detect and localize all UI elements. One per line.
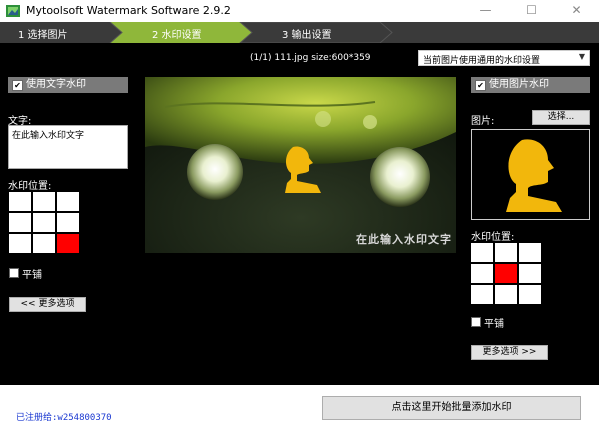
registration-info: 已注册给:w254800370 bbox=[16, 413, 112, 423]
image-more-options-button[interactable]: 更多选项 >> bbox=[471, 345, 548, 360]
minimize-button[interactable]: — bbox=[463, 0, 508, 22]
text-position-label: 水印位置: bbox=[8, 181, 52, 192]
close-button[interactable]: ✕ bbox=[554, 0, 599, 22]
preview-photo bbox=[145, 77, 456, 253]
text-pos-top-center[interactable] bbox=[33, 192, 55, 211]
step-2-watermark-settings[interactable]: 2 水印设置 bbox=[152, 26, 202, 41]
text-pos-center[interactable] bbox=[33, 213, 55, 232]
text-pos-bottom-left[interactable] bbox=[9, 234, 31, 253]
start-batch-watermark-button[interactable]: 点击这里开始批量添加水印 bbox=[322, 396, 581, 420]
image-watermark-label: 使用图片水印 bbox=[489, 79, 549, 90]
image-pos-bottom-right[interactable] bbox=[519, 285, 541, 304]
image-pos-top-right[interactable] bbox=[519, 243, 541, 262]
footer-bar: 已注册给:w254800370 点击这里开始批量添加水印 bbox=[0, 385, 599, 431]
app-icon bbox=[6, 5, 20, 17]
image-pos-middle-left[interactable] bbox=[471, 264, 493, 283]
text-watermark-toggle[interactable]: ✔ 使用文字水印 bbox=[8, 77, 128, 93]
text-tile-checkbox[interactable] bbox=[9, 268, 19, 278]
watermark-text-input[interactable]: 在此输入水印文字 bbox=[8, 125, 128, 169]
image-pos-bottom-center[interactable] bbox=[495, 285, 517, 304]
image-tile-checkbox[interactable] bbox=[471, 317, 481, 327]
file-info: (1/1) 111.jpg size:600*359 bbox=[250, 53, 371, 63]
image-label: 图片: bbox=[471, 116, 495, 127]
step-3-output-settings[interactable]: 3 输出设置 bbox=[282, 26, 332, 41]
apply-settings-selected: 当前图片使用通用的水印设置 bbox=[423, 56, 541, 66]
text-more-options-button[interactable]: << 更多选项 bbox=[9, 297, 86, 312]
title-bar: Mytoolsoft Watermark Software 2.9.2 — ☐ … bbox=[0, 0, 599, 22]
silhouette-logo-icon bbox=[506, 139, 562, 212]
text-position-grid bbox=[9, 192, 79, 253]
text-pos-middle-left[interactable] bbox=[9, 213, 31, 232]
text-pos-top-left[interactable] bbox=[9, 192, 31, 211]
text-tile-label: 平铺 bbox=[22, 270, 42, 281]
preview-image: 在此输入水印文字 bbox=[145, 77, 456, 253]
image-watermark-toggle[interactable]: ✔ 使用图片水印 bbox=[471, 77, 590, 93]
text-pos-middle-right[interactable] bbox=[57, 213, 79, 232]
chevron-down-icon: ▼ bbox=[578, 52, 585, 61]
checkbox-checked-icon[interactable]: ✔ bbox=[12, 80, 23, 91]
text-pos-bottom-right[interactable] bbox=[57, 234, 79, 253]
preview-watermark-text: 在此输入水印文字 bbox=[356, 233, 452, 246]
browse-image-button[interactable]: 选择... bbox=[532, 110, 590, 125]
apply-settings-dropdown[interactable]: 当前图片使用通用的水印设置 ▼ bbox=[418, 50, 590, 66]
image-position-label: 水印位置: bbox=[471, 232, 515, 243]
maximize-button[interactable]: ☐ bbox=[509, 0, 554, 22]
image-pos-middle-right[interactable] bbox=[519, 264, 541, 283]
image-position-grid bbox=[471, 243, 541, 304]
watermark-image-preview bbox=[471, 129, 590, 220]
image-pos-top-center[interactable] bbox=[495, 243, 517, 262]
image-pos-center[interactable] bbox=[495, 264, 517, 283]
step-1-select-images[interactable]: 1 选择图片 bbox=[18, 26, 68, 41]
text-watermark-label: 使用文字水印 bbox=[26, 79, 86, 90]
image-pos-bottom-left[interactable] bbox=[471, 285, 493, 304]
image-pos-top-left[interactable] bbox=[471, 243, 493, 262]
window-title: Mytoolsoft Watermark Software 2.9.2 bbox=[26, 4, 231, 17]
checkbox-checked-icon[interactable]: ✔ bbox=[475, 80, 486, 91]
text-pos-top-right[interactable] bbox=[57, 192, 79, 211]
image-tile-label: 平铺 bbox=[484, 319, 504, 330]
text-pos-bottom-center[interactable] bbox=[33, 234, 55, 253]
main-window: Mytoolsoft Watermark Software 2.9.2 — ☐ … bbox=[0, 0, 599, 431]
step-bar: 1 选择图片 2 水印设置 3 输出设置 bbox=[0, 22, 599, 43]
